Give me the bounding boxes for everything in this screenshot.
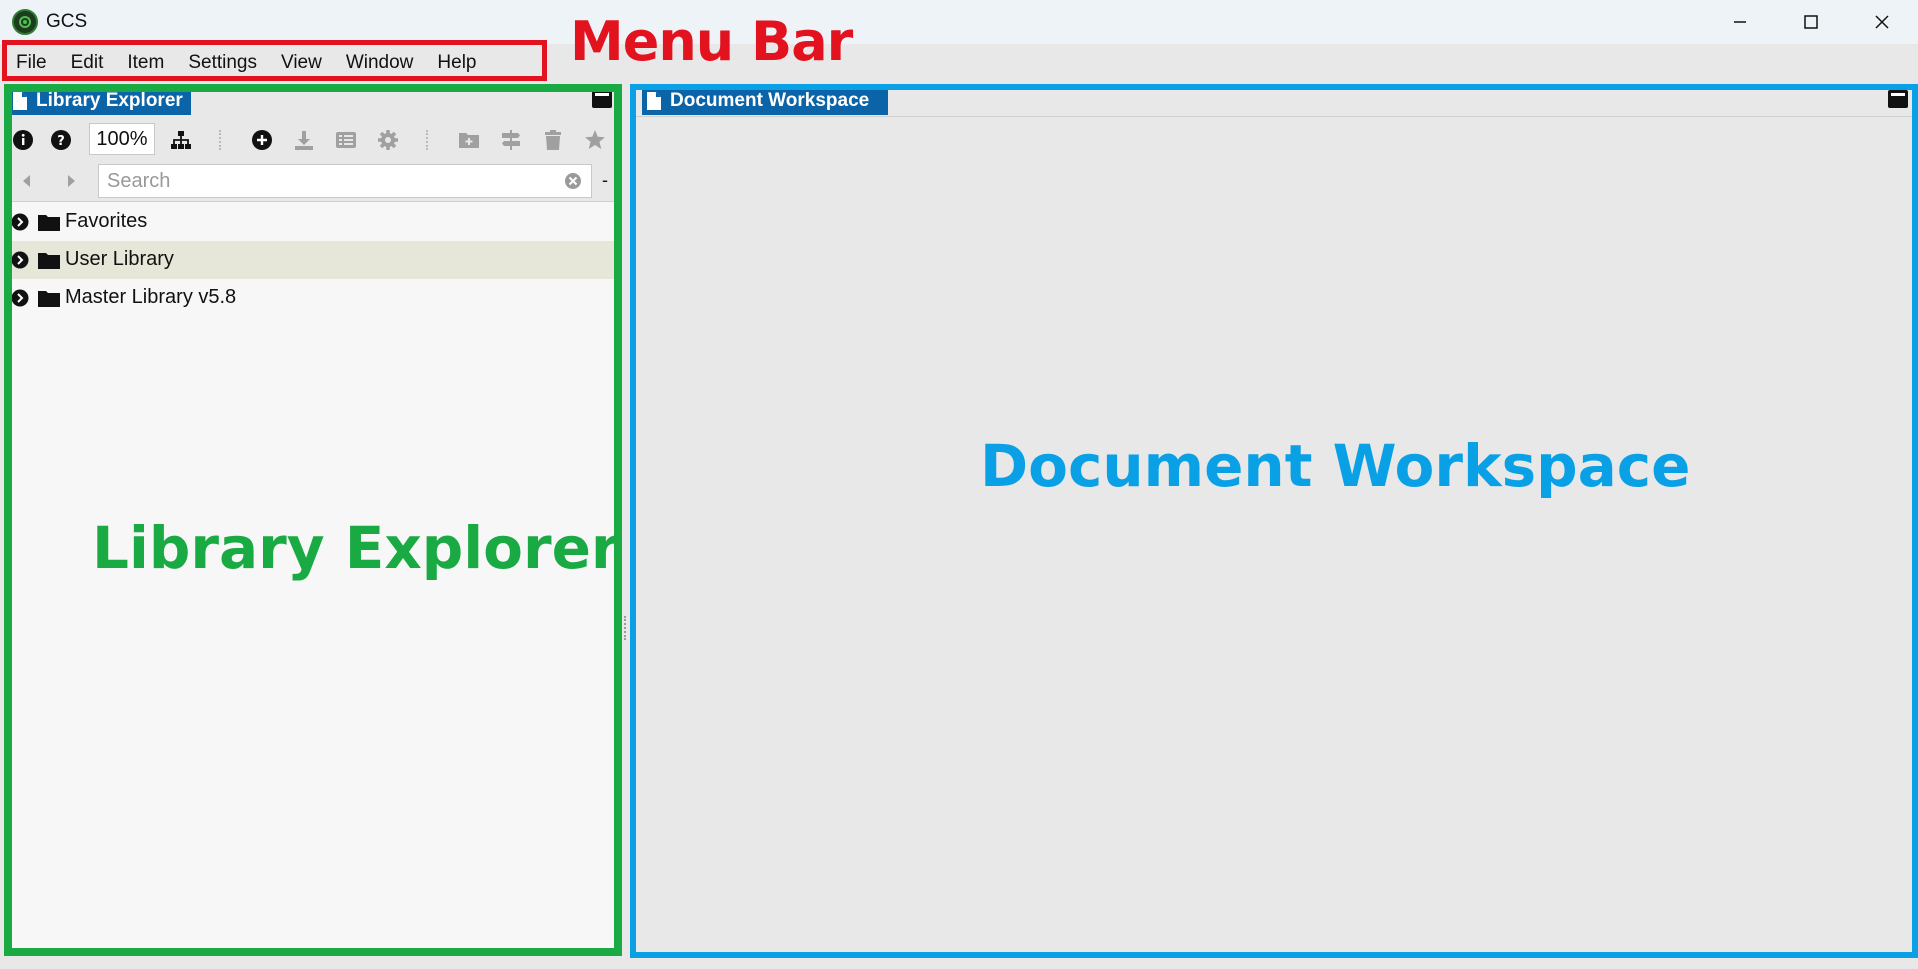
tree-item-user-library[interactable]: User Library (8, 241, 616, 279)
menu-bar: File Edit Item Settings View Window Help (0, 44, 1918, 82)
library-toolbar: ? 100% (8, 118, 616, 160)
menu-window[interactable]: Window (334, 44, 426, 82)
toolbar-separator (219, 130, 221, 150)
library-explorer-callout-label: Library Explorer (92, 514, 620, 582)
help-icon[interactable]: ? (50, 129, 72, 151)
new-folder-icon[interactable] (458, 129, 480, 151)
chevron-right-icon[interactable] (11, 289, 29, 307)
close-icon (1875, 15, 1889, 29)
maximize-button[interactable] (1776, 0, 1846, 44)
gear-icon[interactable] (377, 129, 399, 151)
library-search-row: Search - (8, 160, 616, 202)
chevron-right-icon[interactable] (11, 213, 29, 231)
trash-icon[interactable] (542, 129, 564, 151)
menu-help[interactable]: Help (425, 44, 488, 82)
menu-settings[interactable]: Settings (176, 44, 269, 82)
menu-item[interactable]: Item (115, 44, 176, 82)
tree-item-master-library[interactable]: Master Library v5.8 (8, 279, 616, 317)
star-icon[interactable] (584, 129, 606, 151)
document-workspace-panel: Document Workspace (634, 84, 1918, 969)
folder-icon (38, 253, 60, 269)
document-workspace-callout-label: Document Workspace (980, 432, 1691, 500)
zoom-field[interactable]: 100% (89, 123, 155, 155)
close-button[interactable] (1847, 0, 1917, 44)
app-logo-icon (12, 9, 38, 35)
tab-library-explorer[interactable]: Library Explorer (8, 87, 191, 115)
folder-icon (38, 215, 60, 231)
menu-items: File Edit Item Settings View Window Help (4, 44, 488, 82)
menu-view[interactable]: View (269, 44, 334, 82)
tree-item-favorites[interactable]: Favorites (8, 203, 616, 241)
library-tree: Favorites User Library Master Library v5… (8, 203, 616, 317)
toolbar-separator (426, 130, 428, 150)
library-tab-label: Library Explorer (36, 90, 183, 111)
document-icon (647, 92, 661, 110)
menu-bar-callout-label: Menu Bar (570, 10, 853, 73)
window-title: GCS (46, 11, 88, 32)
list-icon[interactable] (335, 129, 357, 151)
back-arrow-icon[interactable] (18, 172, 36, 190)
hierarchy-icon[interactable] (170, 129, 192, 151)
title-bar: GCS (0, 0, 1918, 44)
info-icon[interactable] (12, 129, 34, 151)
search-input[interactable]: Search (98, 164, 592, 198)
tree-item-label: User Library (65, 248, 174, 270)
document-icon (13, 92, 27, 110)
svg-text:?: ? (57, 134, 65, 149)
tab-document-workspace[interactable]: Document Workspace (642, 87, 888, 115)
workspace-header-divider (634, 116, 1918, 117)
minimize-button[interactable] (1705, 0, 1775, 44)
tree-item-label: Favorites (65, 210, 148, 232)
document-tab-label: Document Workspace (670, 90, 870, 111)
signpost-icon[interactable] (500, 129, 522, 151)
folder-icon (38, 291, 60, 307)
panel-divider[interactable] (620, 84, 634, 969)
maximize-icon (1804, 15, 1818, 29)
status-strip (0, 958, 1918, 969)
menu-file[interactable]: File (4, 44, 59, 82)
download-icon[interactable] (293, 129, 315, 151)
library-panel-header: Library Explorer (8, 84, 616, 118)
divider-grip-icon[interactable] (624, 616, 628, 640)
add-icon[interactable] (251, 129, 273, 151)
minimize-icon (1734, 21, 1746, 23)
search-options-toggle[interactable]: - (602, 170, 608, 191)
clear-search-icon[interactable] (564, 172, 582, 190)
forward-arrow-icon[interactable] (62, 172, 80, 190)
menu-edit[interactable]: Edit (59, 44, 116, 82)
library-minimize-button[interactable] (592, 90, 612, 108)
tree-item-label: Master Library v5.8 (65, 286, 237, 308)
chevron-right-icon[interactable] (11, 251, 29, 269)
workspace-minimize-button[interactable] (1888, 90, 1908, 108)
